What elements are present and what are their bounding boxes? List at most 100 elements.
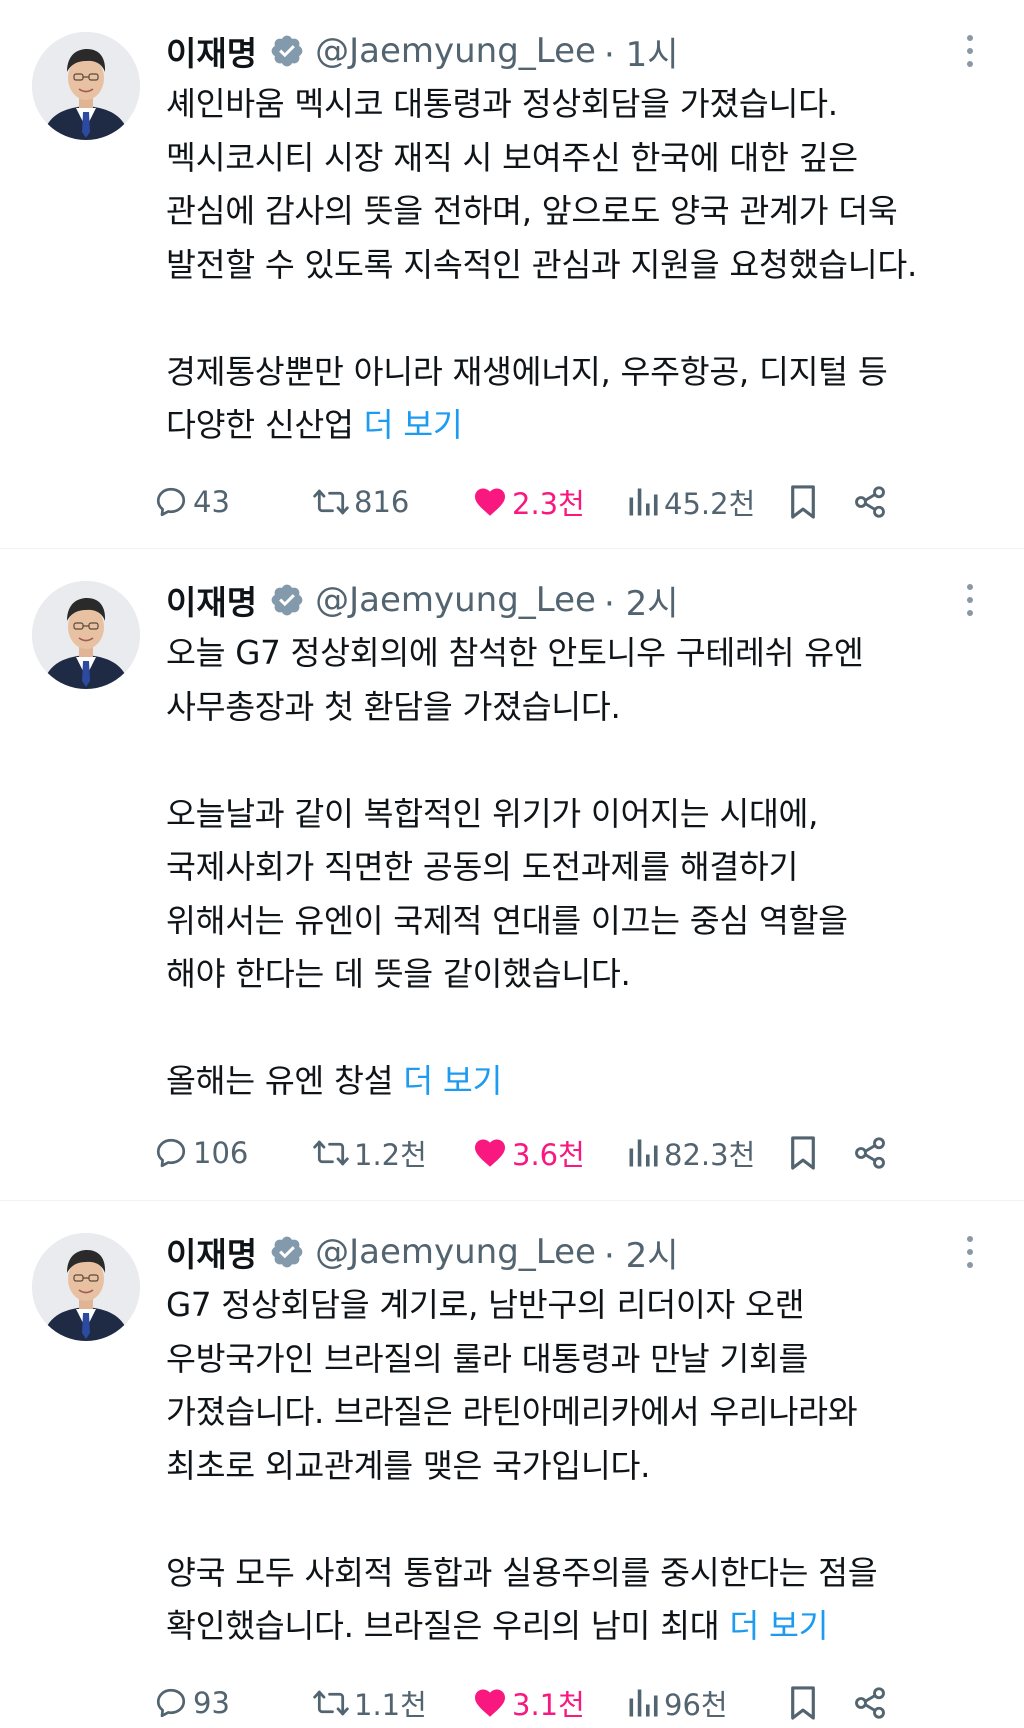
bookmark-icon: [791, 1136, 815, 1170]
tweet-line: 위해서는 유엔이 국제적 연대를 이끄는 중심 역할을: [166, 895, 1006, 949]
tweet-line: 사무총장과 첫 환담을 가졌습니다.: [166, 681, 1006, 735]
view-count: 45.2천: [664, 487, 756, 521]
paragraph-break: [166, 292, 1006, 346]
share-button[interactable]: [852, 1128, 888, 1178]
like-count: 3.6천: [512, 1138, 585, 1172]
repost-icon: [313, 1690, 349, 1716]
repost-button[interactable]: 1.2천: [312, 1128, 427, 1178]
more-options-icon[interactable]: [958, 1229, 982, 1275]
more-options-icon[interactable]: [958, 577, 982, 623]
tweet-text: 셰인바움 멕시코 대통령과 정상회담을 가졌습니다. 멕시코시티 시장 재직 시 …: [166, 78, 1006, 453]
avatar[interactable]: [32, 581, 140, 689]
avatar-photo: [32, 32, 140, 140]
bookmark-button[interactable]: [786, 477, 820, 527]
share-icon: [855, 1687, 885, 1719]
reply-icon: [156, 487, 186, 517]
view-count: 96천: [664, 1688, 728, 1722]
bookmark-button[interactable]: [786, 1678, 820, 1728]
tweet-actions: 93 1.1천 3.1천 96천: [0, 1678, 1024, 1728]
reply-button[interactable]: 43: [153, 477, 230, 527]
tweet-line-text: 관심에 감사의 뜻을 전하며, 앞으로도 양국 관계가 더욱: [166, 192, 898, 230]
reply-icon: [156, 1138, 186, 1168]
avatar[interactable]: [32, 1233, 140, 1341]
tweet-line: 국제사회가 직면한 공동의 도전과제를 해결하기: [166, 841, 1006, 895]
tweet-line-text: 최초로 외교관계를 맺은 국가입니다.: [166, 1446, 651, 1485]
avatar-photo: [32, 1233, 140, 1341]
bookmark-icon: [791, 1686, 815, 1720]
repost-count: 816: [354, 485, 410, 519]
like-icon: [475, 1139, 505, 1167]
reply-icon: [156, 1688, 186, 1718]
tweet-line-text: 양국 모두 사회적 통합과 실용주의를 중시한다는 점을: [166, 1553, 878, 1592]
views-icon: [629, 488, 658, 516]
views-button[interactable]: 45.2천: [626, 477, 755, 527]
tweet-divider: [0, 1200, 1024, 1201]
tweet-line-text: 사무총장과 첫 환담을 가졌습니다.: [166, 687, 621, 726]
view-count: 82.3천: [664, 1138, 756, 1172]
tweet-line: 멕시코시티 시장 재직 시 보여주신 한국에 대한 깊은: [166, 132, 1006, 186]
more-options-icon[interactable]: [958, 28, 982, 74]
tweet-line-text: 국제사회가 직면한 공동의 도전과제를 해결하기: [166, 848, 799, 886]
show-more-link[interactable]: 더 보기: [364, 406, 463, 444]
repost-button[interactable]: 1.1천: [312, 1678, 427, 1728]
views-button[interactable]: 96천: [626, 1678, 728, 1728]
repost-count: 1.1천: [354, 1688, 427, 1722]
tweet-line: 양국 모두 사회적 통합과 실용주의를 중시한다는 점을: [166, 1547, 1006, 1601]
tweet-header: 이재명 @Jaemyung_Lee · 2시: [166, 576, 679, 625]
bookmark-button[interactable]: [786, 1128, 820, 1178]
author-name[interactable]: 이재명: [166, 27, 257, 75]
tweet-text: G7 정상회담을 계기로, 남반구의 리더이자 오랜 우방국가인 브라질의 룰라 …: [166, 1279, 1006, 1654]
tweet-line: 관심에 감사의 뜻을 전하며, 앞으로도 양국 관계가 더욱: [166, 185, 1006, 239]
repost-count: 1.2천: [354, 1138, 427, 1172]
tweet-time[interactable]: · 2시: [604, 1228, 679, 1277]
paragraph-break: [166, 1002, 1006, 1056]
tweet-line: 오늘날과 같이 복합적인 위기가 이어지는 시대에,: [166, 788, 1006, 842]
tweet-line-text: 경제통상뿐만 아니라 재생에너지, 우주항공, 디지털 등: [166, 352, 888, 391]
like-count: 2.3천: [512, 487, 585, 521]
share-icon: [855, 1137, 885, 1169]
tweet-text: 오늘 G7 정상회의에 참석한 안토니우 구테레쉬 유엔 사무총장과 첫 환담을 …: [166, 627, 1006, 1109]
verified-badge-icon: [271, 1236, 303, 1268]
share-button[interactable]: [852, 1678, 888, 1728]
repost-button[interactable]: 816: [312, 477, 409, 527]
tweet-line: 해야 한다는 데 뜻을 같이했습니다.: [166, 948, 1006, 1002]
paragraph-break: [166, 1493, 1006, 1547]
tweet-line-text: 오늘날과 같이 복합적인 위기가 이어지는 시대에,: [166, 794, 819, 833]
like-count: 3.1천: [512, 1688, 585, 1722]
views-button[interactable]: 82.3천: [626, 1128, 755, 1178]
tweet-line: 확인했습니다. 브라질은 우리의 남미 최대 더 보기: [166, 1600, 1006, 1654]
like-icon: [475, 1689, 505, 1717]
tweet-time[interactable]: · 1시: [604, 27, 679, 76]
views-icon: [629, 1689, 658, 1717]
reply-button[interactable]: 93: [153, 1678, 230, 1728]
like-button[interactable]: 3.1천: [472, 1678, 585, 1728]
tweet-line-text: 확인했습니다. 브라질은 우리의 남미 최대: [166, 1607, 730, 1645]
author-handle[interactable]: @Jaemyung_Lee: [315, 31, 596, 71]
share-button[interactable]: [852, 477, 888, 527]
tweet-line: 발전할 수 있도록 지속적인 관심과 지원을 요청했습니다.: [166, 239, 1006, 293]
tweet-line-text: 다양한 신산업: [166, 406, 364, 444]
tweet-line: 경제통상뿐만 아니라 재생에너지, 우주항공, 디지털 등: [166, 346, 1006, 400]
author-handle[interactable]: @Jaemyung_Lee: [315, 580, 596, 620]
tweet-line-text: 해야 한다는 데 뜻을 같이했습니다.: [166, 955, 631, 993]
tweet-line: 셰인바움 멕시코 대통령과 정상회담을 가졌습니다.: [166, 78, 1006, 132]
like-button[interactable]: 3.6천: [472, 1128, 585, 1178]
reply-button[interactable]: 106: [153, 1128, 248, 1178]
tweet-line-text: 발전할 수 있도록 지속적인 관심과 지원을 요청했습니다.: [166, 245, 918, 284]
show-more-link[interactable]: 더 보기: [403, 1062, 502, 1100]
tweet-line-text: 가졌습니다. 브라질은 라틴아메리카에서 우리나라와: [166, 1393, 858, 1431]
tweet-time[interactable]: · 2시: [604, 576, 679, 625]
author-name[interactable]: 이재명: [166, 576, 257, 624]
views-icon: [629, 1139, 658, 1167]
repost-icon: [313, 489, 349, 515]
tweet-line-text: 우방국가인 브라질의 룰라 대통령과 만날 기회를: [166, 1339, 809, 1378]
share-icon: [855, 486, 885, 518]
tweet-header: 이재명 @Jaemyung_Lee · 1시: [166, 27, 679, 76]
author-name[interactable]: 이재명: [166, 1228, 257, 1276]
show-more-link[interactable]: 더 보기: [729, 1607, 828, 1645]
author-handle[interactable]: @Jaemyung_Lee: [315, 1232, 596, 1272]
like-button[interactable]: 2.3천: [472, 477, 585, 527]
tweet-line-text: 위해서는 유엔이 국제적 연대를 이끄는 중심 역할을: [166, 901, 848, 940]
avatar[interactable]: [32, 32, 140, 140]
tweet-header: 이재명 @Jaemyung_Lee · 2시: [166, 1228, 679, 1277]
